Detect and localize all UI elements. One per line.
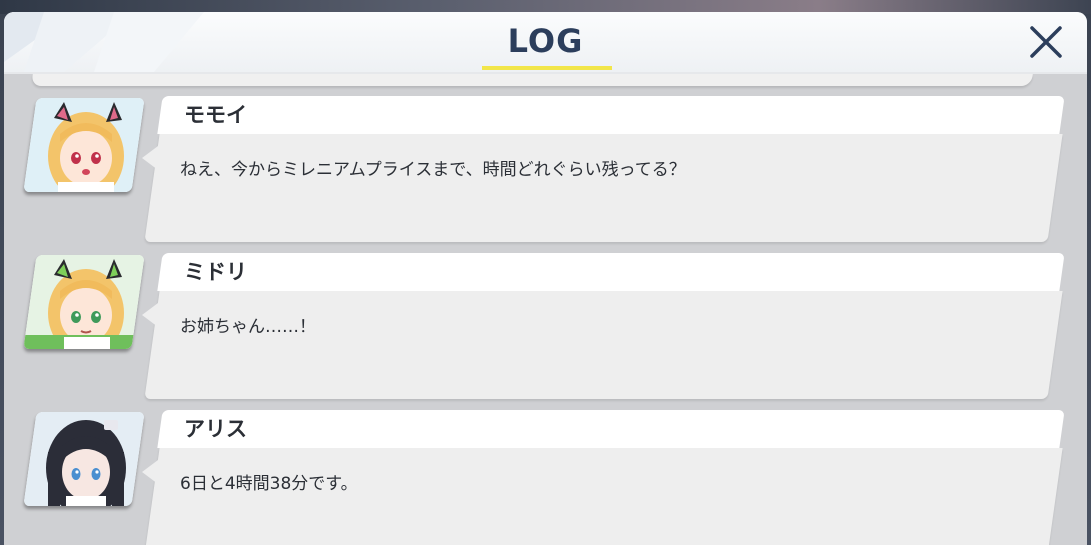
speaker-name-bar <box>157 96 1065 134</box>
speaker-name: モモイ <box>184 103 247 127</box>
speaker-name-bar <box>157 253 1065 291</box>
message-text: 6日と4時間38分です。 <box>180 474 358 494</box>
speech-pointer <box>142 303 158 327</box>
speaker-name: アリス <box>184 417 247 441</box>
log-title: LOG <box>507 22 584 60</box>
title-underline <box>482 66 612 70</box>
log-header: LOG <box>4 12 1087 72</box>
aris-avatar <box>23 412 145 506</box>
midori-avatar <box>23 255 145 349</box>
speaker-name: ミドリ <box>184 260 247 284</box>
message-box <box>144 448 1063 545</box>
log-list[interactable]: モモイ ねえ、今からミレニアムプライスまで、時間どれぐらい残ってる？ ミドリ お… <box>4 74 1087 545</box>
log-entry: アリス 6日と4時間38分です。 <box>4 388 1087 545</box>
log-entry: ミドリ お姉ちゃん……！ <box>4 231 1087 399</box>
close-button[interactable] <box>1020 22 1072 62</box>
speech-pointer <box>142 460 158 484</box>
close-icon <box>1030 26 1062 58</box>
message-box <box>144 134 1063 242</box>
message-text: ねえ、今からミレニアムプライスまで、時間どれぐらい残ってる？ <box>180 160 686 180</box>
speaker-name-bar <box>157 410 1065 448</box>
message-box <box>144 291 1063 399</box>
log-entry: モモイ ねえ、今からミレニアムプライスまで、時間どれぐらい残ってる？ <box>4 74 1087 242</box>
log-panel: LOG モモイ ねえ、今からミレニアムプライスまで、時間どれぐらい残ってる？ ミ… <box>4 12 1087 545</box>
speech-pointer <box>142 146 158 170</box>
momoi-avatar <box>23 98 145 192</box>
message-text: お姉ちゃん……！ <box>180 317 316 337</box>
